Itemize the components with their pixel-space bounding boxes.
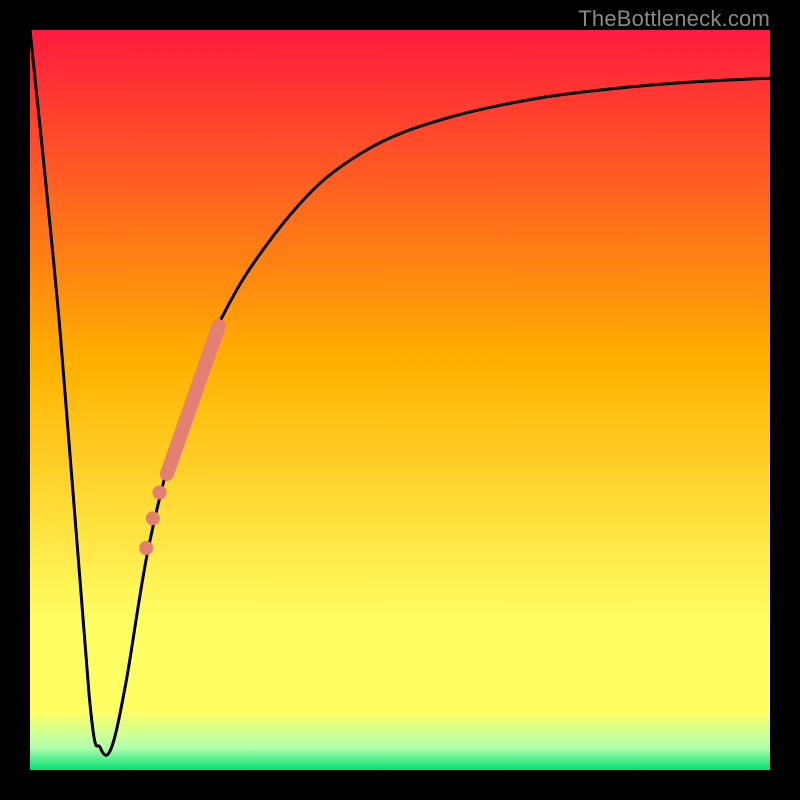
plot-svg [30, 30, 770, 770]
gradient-background [30, 30, 770, 770]
watermark-text: TheBottleneck.com [30, 6, 770, 32]
marker-dot [139, 541, 153, 555]
plot-area [30, 30, 770, 770]
chart-root: TheBottleneck.com [0, 0, 800, 800]
marker-dot [153, 486, 167, 500]
marker-dot [146, 511, 160, 525]
